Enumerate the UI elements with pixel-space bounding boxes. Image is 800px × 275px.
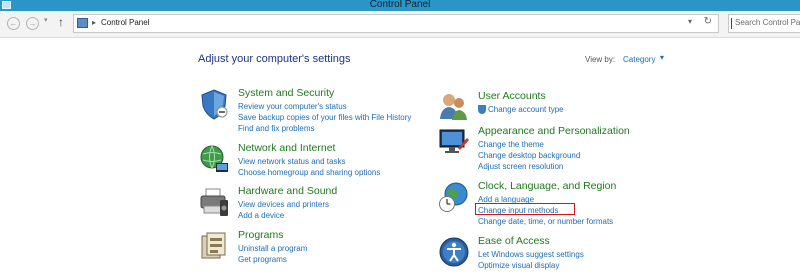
breadcrumb-separator-icon[interactable]: ▸ bbox=[92, 18, 96, 27]
category-title[interactable]: System and Security bbox=[238, 87, 334, 99]
category-title[interactable]: Ease of Access bbox=[478, 235, 550, 247]
search-placeholder: Search Control Panel bbox=[735, 18, 800, 27]
search-input[interactable]: Search Control Panel bbox=[728, 14, 800, 33]
link-label: Change account type bbox=[488, 105, 564, 114]
link-change-account-type[interactable]: Change account type bbox=[478, 104, 564, 115]
category-title[interactable]: Clock, Language, and Region bbox=[478, 180, 616, 192]
uac-shield-icon bbox=[478, 105, 486, 114]
view-by-chevron-down-icon[interactable]: ▾ bbox=[660, 53, 664, 62]
category-title[interactable]: Network and Internet bbox=[238, 142, 335, 154]
link-date-time-formats[interactable]: Change date, time, or number formats bbox=[478, 216, 613, 227]
shield-icon[interactable] bbox=[198, 88, 230, 120]
page-title: Adjust your computer's settings bbox=[198, 53, 351, 65]
link-homegroup[interactable]: Choose homegroup and sharing options bbox=[238, 167, 380, 178]
monitor-brush-icon[interactable] bbox=[438, 126, 470, 158]
view-by-dropdown[interactable]: Category bbox=[623, 55, 655, 64]
link-screen-resolution[interactable]: Adjust screen resolution bbox=[478, 161, 580, 172]
link-get-programs[interactable]: Get programs bbox=[238, 254, 307, 265]
text-cursor bbox=[731, 18, 732, 29]
forward-arrow-icon[interactable]: → bbox=[26, 17, 39, 30]
window-title: Control Panel bbox=[369, 0, 431, 10]
link-desktop-background[interactable]: Change desktop background bbox=[478, 150, 580, 161]
address-dropdown-icon[interactable]: ▾ bbox=[688, 17, 692, 26]
link-uninstall-program[interactable]: Uninstall a program bbox=[238, 243, 307, 254]
globe-clock-icon[interactable] bbox=[438, 181, 470, 213]
category-title[interactable]: Hardware and Sound bbox=[238, 185, 337, 197]
printer-icon[interactable] bbox=[198, 186, 230, 218]
navigation-bar: ← → ▾ ↑ ▸ Control Panel ▾ ↻ Search Contr… bbox=[0, 11, 800, 38]
highlight-box bbox=[475, 203, 575, 215]
link-change-theme[interactable]: Change the theme bbox=[478, 139, 580, 150]
title-bar: Control Panel bbox=[0, 0, 800, 11]
control-panel-icon bbox=[77, 18, 88, 28]
category-title[interactable]: Appearance and Personalization bbox=[478, 125, 630, 137]
ease-of-access-icon[interactable] bbox=[438, 236, 470, 268]
programs-icon[interactable] bbox=[198, 230, 230, 262]
view-by-label: View by: bbox=[585, 55, 616, 64]
link-optimize-visual-display[interactable]: Optimize visual display bbox=[478, 260, 584, 271]
address-bar[interactable]: ▸ Control Panel ▾ ↻ bbox=[73, 14, 719, 33]
recent-locations-chevron-icon[interactable]: ▾ bbox=[44, 16, 48, 24]
up-arrow-icon[interactable]: ↑ bbox=[58, 15, 64, 29]
link-devices-printers[interactable]: View devices and printers bbox=[238, 199, 329, 210]
breadcrumb[interactable]: Control Panel bbox=[101, 18, 149, 27]
link-file-history[interactable]: Save backup copies of your files with Fi… bbox=[238, 112, 411, 123]
back-arrow-icon[interactable]: ← bbox=[7, 17, 20, 30]
link-add-device[interactable]: Add a device bbox=[238, 210, 329, 221]
category-title[interactable]: Programs bbox=[238, 229, 284, 241]
link-suggest-settings[interactable]: Let Windows suggest settings bbox=[478, 249, 584, 260]
refresh-icon[interactable]: ↻ bbox=[704, 16, 712, 27]
link-network-status[interactable]: View network status and tasks bbox=[238, 156, 380, 167]
network-globe-icon[interactable] bbox=[198, 143, 230, 175]
category-title[interactable]: User Accounts bbox=[478, 90, 546, 102]
users-icon[interactable] bbox=[438, 91, 470, 123]
link-find-fix-problems[interactable]: Find and fix problems bbox=[238, 123, 411, 134]
link-review-status[interactable]: Review your computer's status bbox=[238, 101, 411, 112]
